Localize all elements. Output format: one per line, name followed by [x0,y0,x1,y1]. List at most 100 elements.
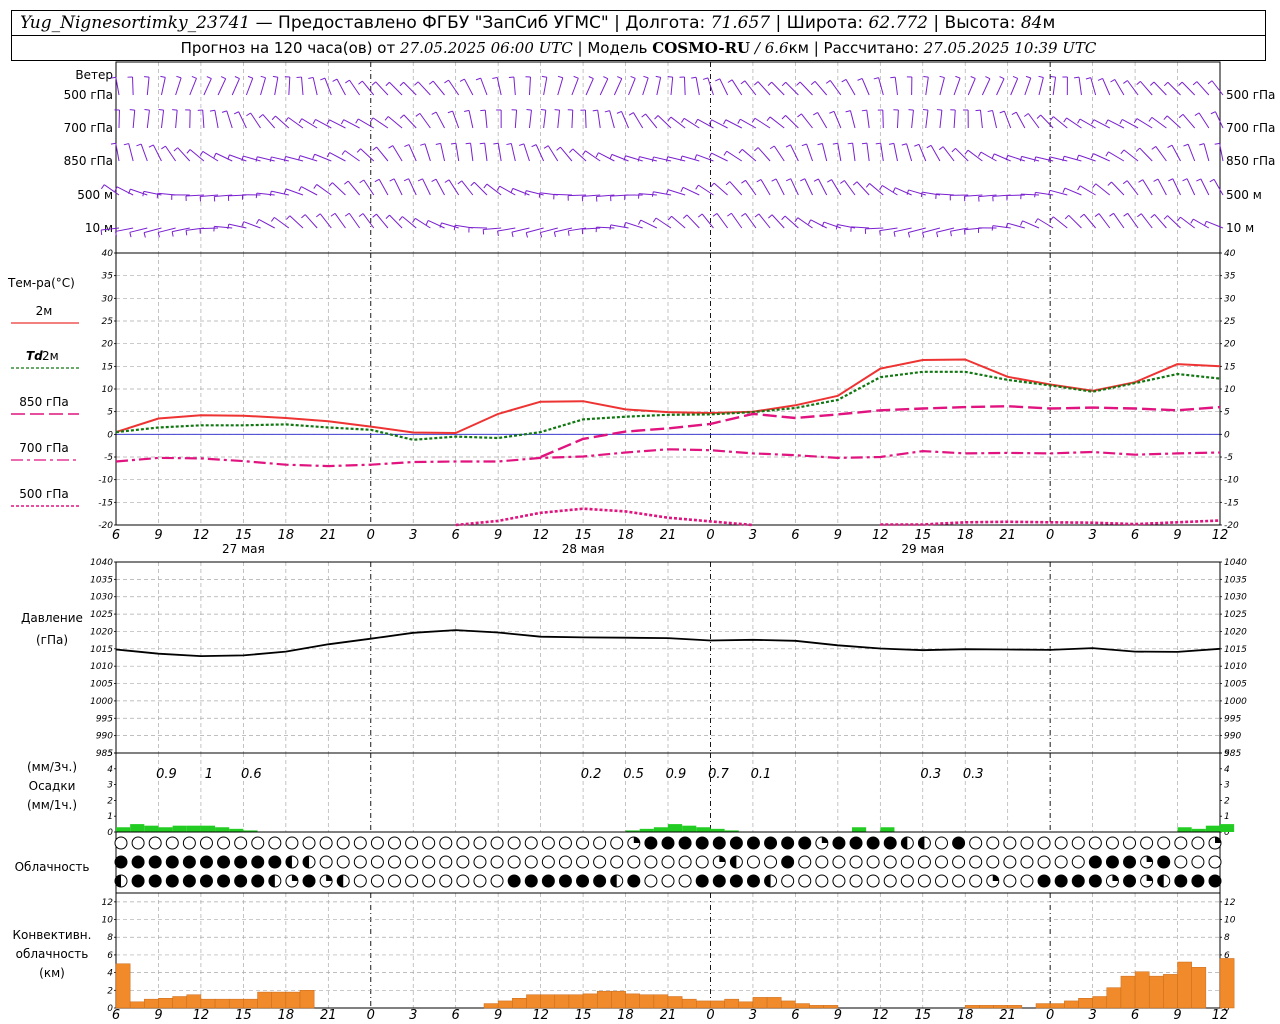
cloud-circle-full [866,836,880,850]
wind-barb-feather [372,146,377,151]
cloud-circle-full [1071,874,1085,888]
wind-barb [725,181,743,196]
wind-barb [679,76,686,96]
wind-barb-feather [403,178,409,182]
wind-barb-feather [1190,218,1194,224]
wind-barb-shaft [1142,179,1153,196]
cloud-circle [370,855,384,869]
cloud-cover-icon [815,855,829,869]
wind-barb-feather [271,115,276,121]
wind-barb-shaft [389,81,403,96]
cloud-circle [1191,836,1205,850]
cloud-circle-full [695,836,709,850]
y-tick-label-left: 5 [107,749,113,759]
wind-barb [585,76,594,96]
wind-barb-feather [531,144,537,148]
wind-barb [1011,111,1026,129]
cloud-cover-icon [524,836,538,850]
wind-barb-feather [123,143,129,146]
cloud-circle-full [576,874,590,888]
wind-barb-feather [970,76,976,79]
wind-barb-feather [247,75,253,79]
cloud-circle [1054,855,1068,869]
wind-barb-shaft [1198,112,1210,129]
wind-barb-feather [797,113,802,118]
convective-x-tick-label: 6 [112,1008,120,1023]
wind-barb-feather [475,77,481,81]
wind-barb-shaft [979,110,983,129]
wind-level-label-right: 850 гПа [1226,154,1275,168]
wind-barb-feather [991,153,995,159]
wind-barb-feather [173,147,178,152]
wind-barb [861,142,870,162]
cloud-cover-icon [1088,836,1102,850]
wind-barb [554,109,561,129]
wind-barb-feather [796,81,801,86]
wind-barb-feather [258,114,264,119]
wind-barb-shaft [129,227,148,233]
cloud-circle [576,836,590,850]
cloud-circle [866,855,880,869]
wind-barb [922,109,929,129]
cloud-cover-icon [712,836,726,850]
wind-barb-shaft [547,145,559,162]
wind-barb-shaft [790,178,799,196]
wind-barb-shaft [1172,178,1181,196]
wind-barb-feather [556,146,561,151]
wind-barb [827,179,842,196]
wind-barb-feather [313,184,318,189]
cloud-cover-icon [490,874,504,888]
cloud-circle-full [661,836,675,850]
wind-barb-shaft [866,143,870,162]
wind-barb-shaft [1063,155,1082,162]
wind-barb-shaft [470,143,474,162]
cloud-cover-icon [524,855,538,869]
cloud-cover-icon [832,874,846,888]
wind-barb-feather [518,143,525,146]
cloud-cover-icon [781,836,795,850]
wind-barb-feather [753,81,759,86]
cloud-cover-icon [439,855,453,869]
y-tick-label-right: 4 [1224,765,1230,775]
wind-barb-shaft [528,110,532,129]
cloud-cover-icon [729,855,743,869]
wind-barb [861,109,870,129]
cloud-circle [935,874,948,888]
wind-barb-shaft [1114,79,1125,96]
wind-barb-shaft [1140,81,1153,96]
wind-barb [541,75,548,96]
y-tick-label-left: 25 [102,317,114,327]
wind-barb [459,78,474,96]
cloud-circle [1020,836,1034,850]
wind-barb [431,111,445,129]
wind-barb-shaft [1022,220,1040,229]
temp-x-tick-label: 9 [834,528,842,543]
cloud-circle-full [1037,874,1051,888]
cloud-circle [866,874,880,888]
cloud-cover-icon [524,874,538,888]
temp-x-tick-label: 21 [320,528,337,543]
wind-barb-feather [330,212,336,217]
wind-barb-feather [1163,215,1168,220]
wind-barb-feather [987,109,993,113]
wind-barb [667,76,674,96]
cloud-circle-full [798,836,812,850]
wind-barb [1063,117,1082,129]
wind-barb-shaft [1024,77,1032,96]
wind-barb-shaft [376,146,389,162]
wind-barb-feather [1034,218,1039,224]
wind-barb [1150,214,1167,229]
precip-3h-value: 0.6 [241,767,262,782]
wind-barb-feather [298,118,303,124]
cloud-cover-icon [986,836,1000,850]
wind-barb [557,75,564,96]
wind-barb-shaft [1182,114,1196,129]
wind-barb-shaft [514,110,518,129]
convective-bar [582,993,598,1009]
precip-bar [158,827,173,832]
cloud-circle-half [337,875,344,887]
cloud-cover-icon [336,836,350,850]
precip-3h-value: 0.3 [963,767,984,782]
cloud-circle-full [558,874,572,888]
cloud-circle-full [781,855,795,869]
